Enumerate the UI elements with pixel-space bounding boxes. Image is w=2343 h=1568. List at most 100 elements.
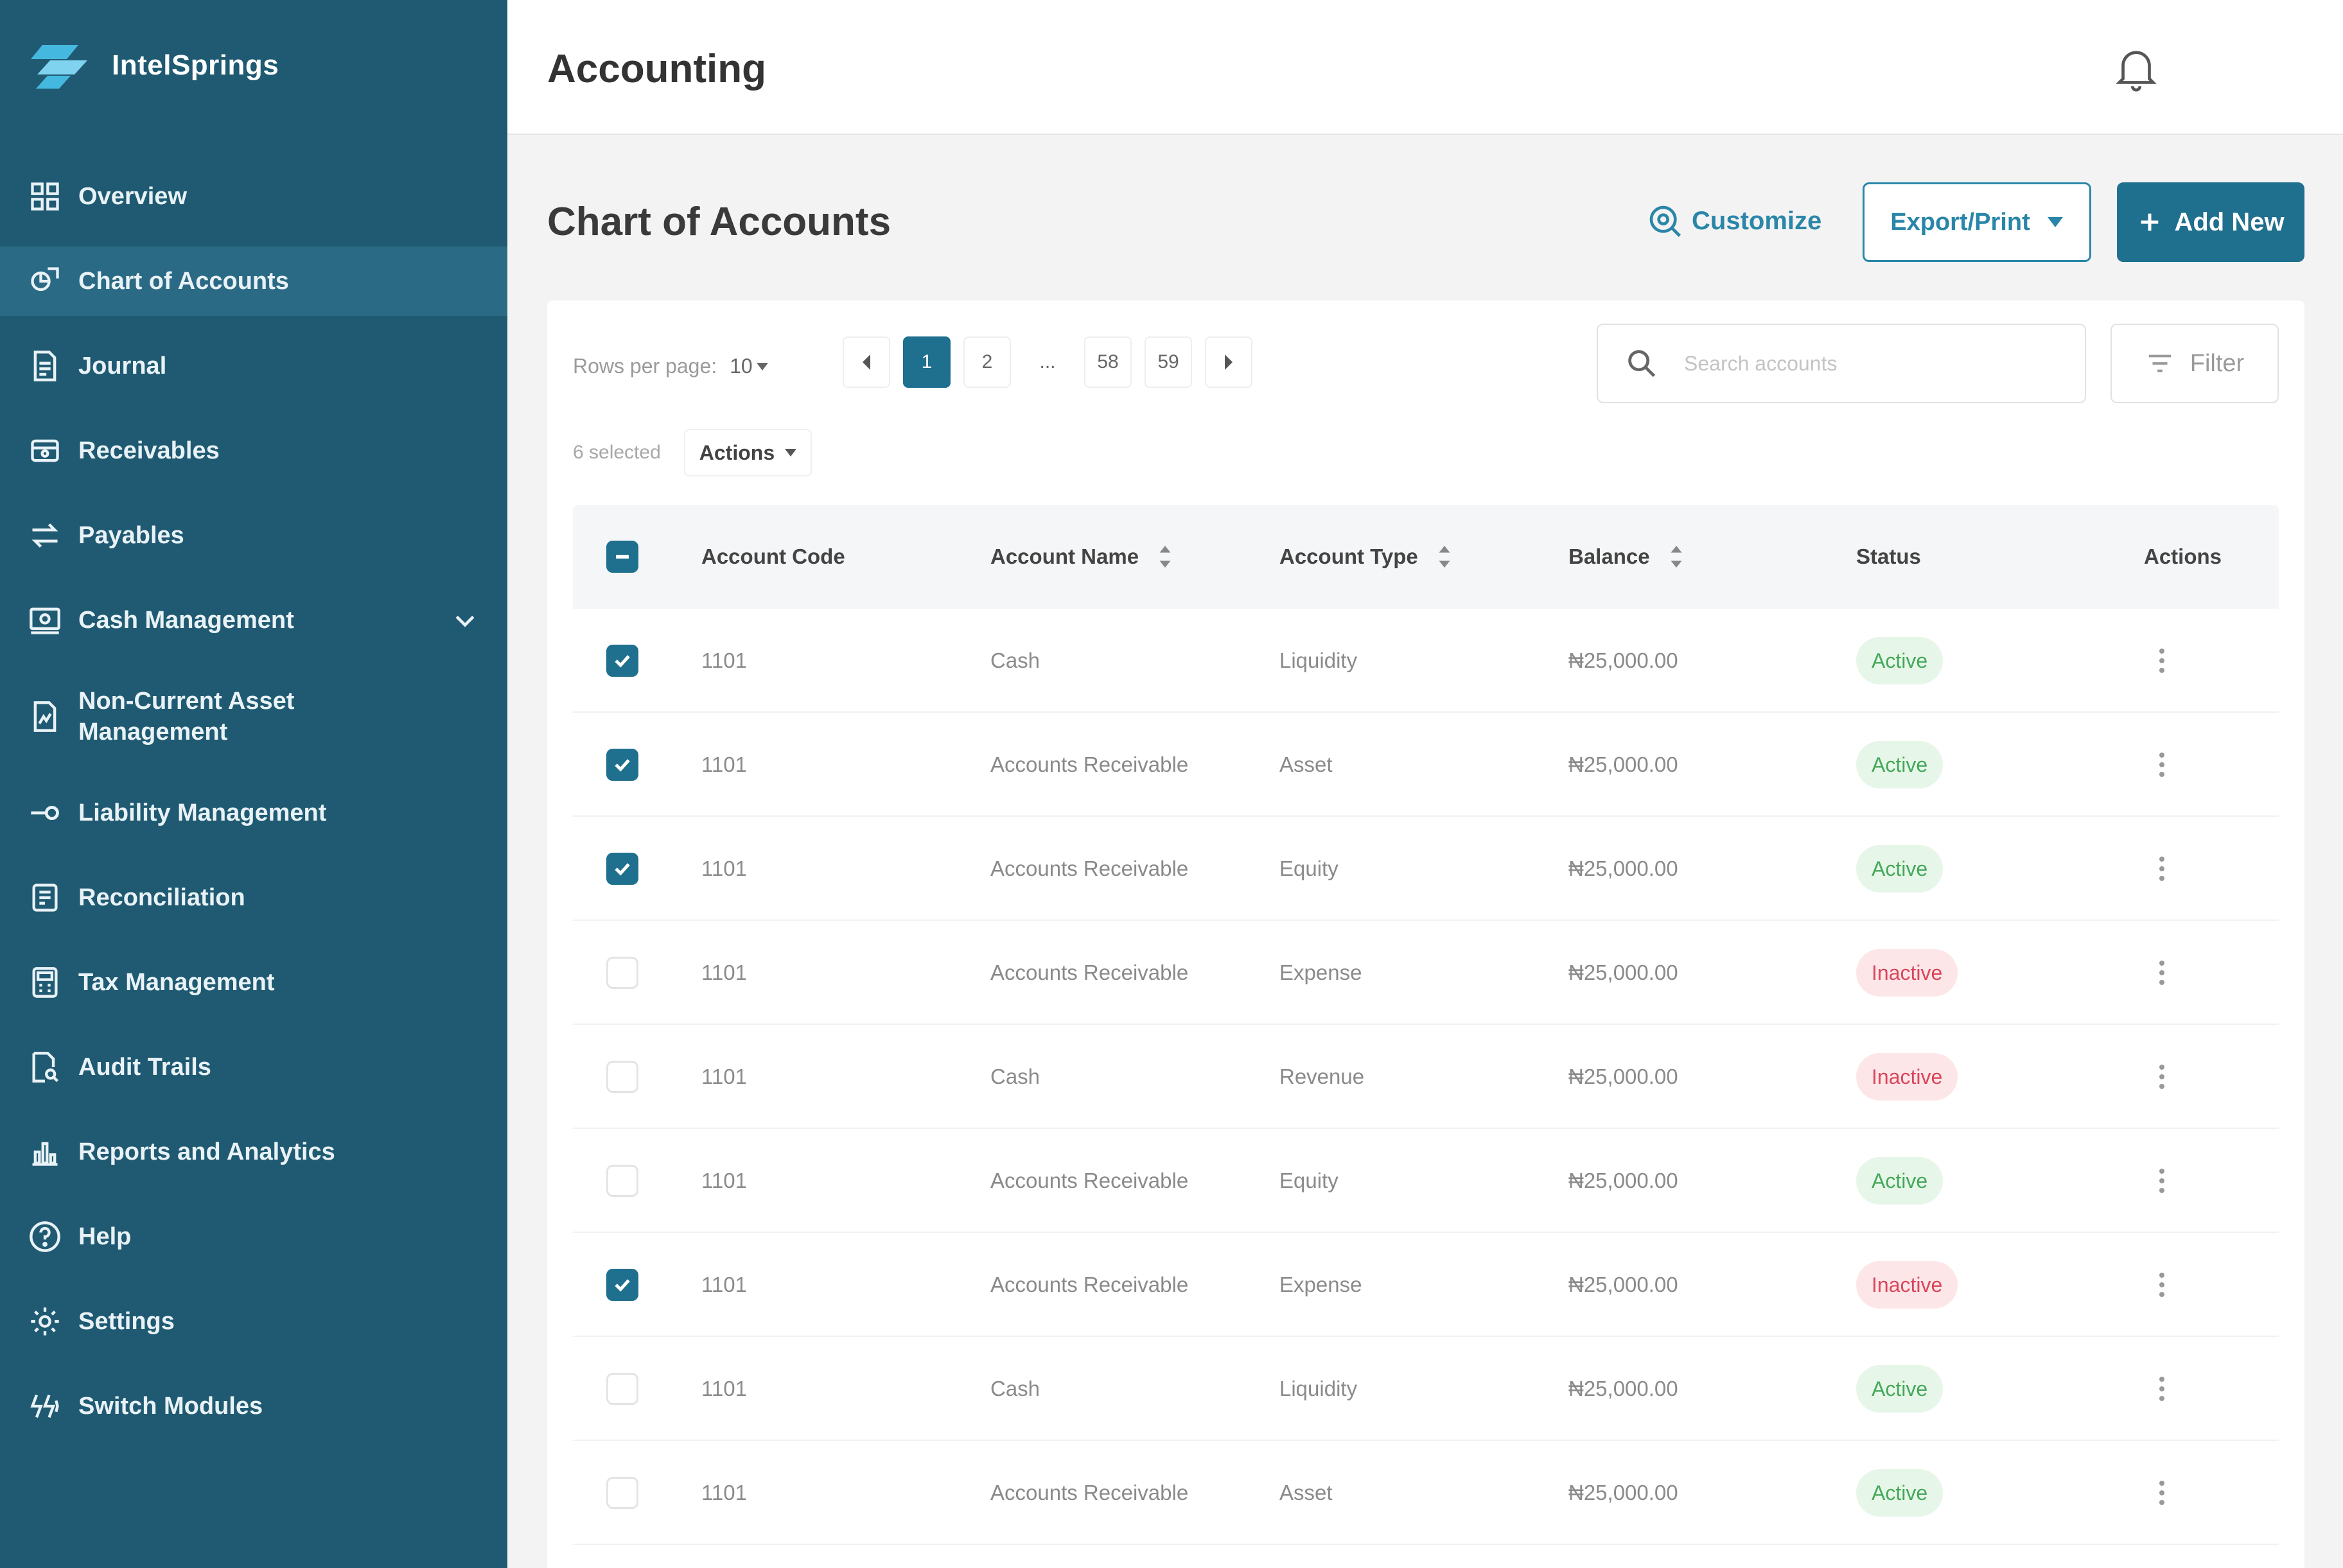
kebab-menu-icon[interactable] xyxy=(2158,1480,2166,1506)
next-page-button[interactable] xyxy=(1205,336,1252,388)
cell-account-code: 1101 xyxy=(701,1169,747,1192)
customize-button[interactable]: Customize xyxy=(1647,203,1821,239)
cell-balance: ₦25,000.00 xyxy=(1568,1273,1678,1296)
status-badge: Active xyxy=(1856,1469,1944,1517)
sidebar-item-label: Tax Management xyxy=(78,969,275,996)
table-row[interactable]: 1101 Cash Liquidity ₦25,000.00 Active xyxy=(573,609,2279,713)
kebab-menu-icon[interactable] xyxy=(2158,1272,2166,1298)
table-row[interactable]: 1101 Cash Liquidity ₦25,000.00 Active xyxy=(573,1337,2279,1441)
row-checkbox[interactable] xyxy=(606,1373,638,1405)
kebab-menu-icon[interactable] xyxy=(2158,752,2166,778)
sidebar-item-label: Liability Management xyxy=(78,799,327,826)
cell-account-code: 1101 xyxy=(701,1481,747,1504)
sidebar-item-reports-and-analytics[interactable]: Reports and Analytics xyxy=(0,1110,507,1194)
sidebar-item-payables[interactable]: Payables xyxy=(0,493,507,578)
sidebar-item-chart-of-accounts[interactable]: Chart of Accounts xyxy=(0,247,507,316)
sidebar-item-label: Audit Trails xyxy=(78,1054,211,1081)
sidebar-item-audit-trails[interactable]: Audit Trails xyxy=(0,1025,507,1110)
cell-balance: ₦25,000.00 xyxy=(1568,649,1678,672)
search-input[interactable] xyxy=(1684,351,2044,376)
sort-icon[interactable] xyxy=(1158,546,1172,568)
filter-button[interactable]: Filter xyxy=(2110,324,2279,403)
sidebar-item-liability-management[interactable]: Liability Management xyxy=(0,771,507,855)
bulk-actions-bar: 6 selected Actions xyxy=(573,429,812,476)
row-checkbox[interactable] xyxy=(606,1477,638,1509)
export-print-button[interactable]: Export/Print xyxy=(1863,182,2091,262)
search-box[interactable] xyxy=(1597,324,2086,403)
kebab-menu-icon[interactable] xyxy=(2158,648,2166,674)
header-account-name[interactable]: Account Name xyxy=(990,505,1172,609)
cell-account-code: 1101 xyxy=(701,1065,747,1088)
sidebar-item-tax-management[interactable]: Tax Management xyxy=(0,940,507,1025)
row-checkbox[interactable] xyxy=(606,749,638,781)
bulk-actions-label: Actions xyxy=(699,440,775,464)
table-row[interactable]: 1101 Accounts Receivable Equity ₦25,000.00 A… xyxy=(573,1129,2279,1233)
row-checkbox[interactable] xyxy=(606,645,638,677)
page-button[interactable]: 2 xyxy=(963,336,1011,388)
cell-account-type: Expense xyxy=(1279,961,1362,984)
cell-balance: ₦25,000.00 xyxy=(1568,1377,1678,1400)
row-select-cell xyxy=(606,817,638,921)
table-row[interactable]: 1101 Accounts Receivable Asset ₦25,000.00 Ac… xyxy=(573,713,2279,817)
sidebar-item-label: Switch Modules xyxy=(78,1393,263,1420)
sidebar-item-reconciliation[interactable]: Reconciliation xyxy=(0,855,507,940)
header-actions: Actions xyxy=(2144,505,2222,609)
row-checkbox[interactable] xyxy=(606,853,638,885)
select-all-checkbox[interactable] xyxy=(606,541,638,573)
page-button[interactable]: 59 xyxy=(1145,336,1192,388)
table-row[interactable]: 1101 Accounts Receivable Expense ₦25,000.00… xyxy=(573,1233,2279,1337)
page-button[interactable]: 1 xyxy=(903,336,951,388)
page-button[interactable]: 58 xyxy=(1084,336,1132,388)
bulk-actions-dropdown[interactable]: Actions xyxy=(683,429,812,476)
table-row[interactable]: 1101 Accounts Receivable Asset ₦25,000.00 Ac… xyxy=(573,1441,2279,1545)
table-header: Account Code Account Name Account Type B… xyxy=(573,505,2279,609)
row-checkbox[interactable] xyxy=(606,957,638,989)
header-balance[interactable]: Balance xyxy=(1568,505,1683,609)
check-icon xyxy=(615,655,630,668)
selected-count: 6 selected xyxy=(573,442,661,463)
sidebar-item-cash-management[interactable]: Cash Management xyxy=(0,578,507,663)
kebab-menu-icon[interactable] xyxy=(2158,1064,2166,1090)
sidebar-item-settings[interactable]: Settings xyxy=(0,1279,507,1364)
cell-actions xyxy=(2158,1025,2166,1129)
tax-icon xyxy=(28,966,62,999)
sidebar-item-help[interactable]: Help xyxy=(0,1194,507,1279)
kebab-menu-icon[interactable] xyxy=(2158,960,2166,986)
table-row[interactable]: 1101 Accounts Receivable Equity ₦25,000.00 A… xyxy=(573,817,2279,921)
chevron-down-icon[interactable] xyxy=(451,606,479,634)
add-new-button[interactable]: Add New xyxy=(2117,182,2304,262)
header-account-type[interactable]: Account Type xyxy=(1279,505,1452,609)
sidebar-item-journal[interactable]: Journal xyxy=(0,324,507,408)
sort-icon[interactable] xyxy=(1437,546,1452,568)
sidebar-item-switch-modules[interactable]: Switch Modules xyxy=(0,1364,507,1449)
reconciliation-icon xyxy=(28,881,62,914)
cell-status: Active xyxy=(1856,1129,1944,1233)
table-row[interactable]: 1101 Accounts Receivable Expense ₦25,000.00… xyxy=(573,921,2279,1025)
rows-per-page-select[interactable]: 10 xyxy=(730,354,768,378)
prev-page-button[interactable] xyxy=(843,336,890,388)
sort-icon[interactable] xyxy=(1669,546,1683,568)
header-label: Actions xyxy=(2144,544,2222,568)
sidebar-item-overview[interactable]: Overview xyxy=(0,154,507,239)
row-checkbox[interactable] xyxy=(606,1165,638,1197)
kebab-menu-icon[interactable] xyxy=(2158,856,2166,882)
row-select-cell xyxy=(606,713,638,817)
row-checkbox[interactable] xyxy=(606,1269,638,1301)
check-icon xyxy=(615,759,630,772)
sidebar-item-label: Payables xyxy=(78,522,184,549)
table-row[interactable]: 1101 Cash Revenue ₦25,000.00 Inactive xyxy=(573,1025,2279,1129)
status-badge: Active xyxy=(1856,845,1944,893)
cell-balance: ₦25,000.00 xyxy=(1568,753,1678,776)
sidebar-item-receivables[interactable]: Receivables xyxy=(0,408,507,493)
kebab-menu-icon[interactable] xyxy=(2158,1376,2166,1402)
brand[interactable]: IntelSprings xyxy=(28,40,279,91)
header-account-code: Account Code xyxy=(701,505,845,609)
chart-accounts-icon xyxy=(28,265,62,298)
sidebar-item-non-current-asset-management[interactable]: Non-Current Asset Management xyxy=(0,663,507,771)
kebab-menu-icon[interactable] xyxy=(2158,1168,2166,1194)
row-checkbox[interactable] xyxy=(606,1061,638,1093)
caret-down-icon xyxy=(2047,217,2063,227)
cell-account-code: 1101 xyxy=(701,1377,747,1400)
bell-icon[interactable] xyxy=(2113,45,2159,94)
sidebar-item-label: Help xyxy=(78,1223,132,1250)
